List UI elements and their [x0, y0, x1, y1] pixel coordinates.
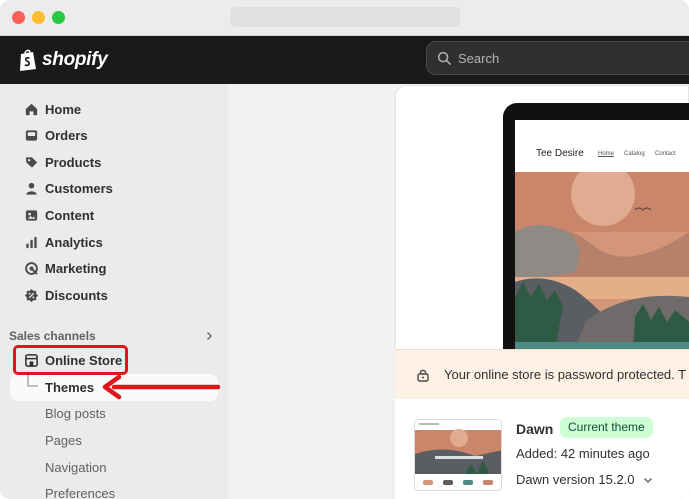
current-theme-row: Dawn Current theme Added: 42 minutes ago… [395, 399, 689, 499]
minimize-window-button[interactable] [32, 11, 45, 24]
annotation-arrow [102, 374, 221, 400]
sidebar-item-marketing[interactable]: Marketing [12, 255, 216, 281]
sidebar-item-orders[interactable]: Orders [12, 122, 216, 148]
password-protected-banner[interactable]: Your online store is password protected.… [395, 349, 689, 399]
sidebar-item-products[interactable]: Products [12, 149, 216, 175]
chevron-down-icon [643, 477, 652, 483]
sidebar-item-label: Discounts [45, 287, 108, 303]
maximize-window-button[interactable] [52, 11, 65, 24]
sidebar-item-home[interactable]: Home [12, 96, 216, 122]
store-preview[interactable]: Tee Desire Home Catalog Contact [515, 120, 689, 349]
sidebar-item-customers[interactable]: Customers [12, 175, 216, 201]
admin-top-bar: shopify Search [0, 36, 689, 84]
tag-icon [18, 149, 44, 175]
search-input[interactable]: Search [426, 41, 689, 75]
home-icon [18, 96, 44, 122]
search-placeholder: Search [458, 50, 500, 66]
chevron-right-icon[interactable] [204, 331, 214, 341]
current-theme-badge: Current theme [560, 417, 653, 438]
content-icon [18, 202, 44, 228]
sidebar-subitem-navigation[interactable]: Navigation [45, 460, 106, 475]
person-icon [18, 175, 44, 201]
section-title: Sales channels [9, 329, 96, 343]
preview-nav-catalog: Catalog [624, 151, 645, 157]
browser-window: shopify Search Home Orders Products Cust… [0, 0, 689, 499]
sub-item-connector-icon [27, 374, 38, 387]
sidebar-item-label: Analytics [45, 234, 103, 250]
sidebar-item-label: Products [45, 154, 102, 170]
shopping-bag-icon [20, 49, 36, 71]
search-icon [437, 51, 451, 65]
theme-name: Dawn [516, 421, 554, 437]
preview-nav-contact: Contact [655, 151, 676, 157]
sidebar-item-label: Content [45, 207, 95, 223]
brand-wordmark: shopify [42, 49, 108, 70]
hero-illustration [515, 172, 689, 349]
sidebar-item-label: Home [45, 101, 82, 117]
sidebar-subitem-pages[interactable]: Pages [45, 433, 82, 448]
sidebar-subitem-blog-posts[interactable]: Blog posts [45, 406, 106, 421]
sidebar-item-label: Customers [45, 180, 113, 196]
sidebar-subitem-themes: Themes [45, 380, 95, 395]
annotation-highlight-box [13, 345, 128, 375]
sidebar-subitem-preferences[interactable]: Preferences [45, 486, 115, 499]
preview-store-name: Tee Desire [536, 148, 584, 159]
theme-version-dropdown[interactable]: Dawn version 15.2.0 [516, 472, 653, 487]
bar-chart-icon [18, 229, 44, 255]
sidebar-item-content[interactable]: Content [12, 202, 216, 228]
orders-icon [18, 122, 44, 148]
theme-thumbnail[interactable] [414, 419, 502, 491]
sidebar-item-label: Marketing [45, 260, 107, 276]
sales-channels-header[interactable]: Sales channels [9, 327, 214, 345]
target-icon [18, 255, 44, 281]
sidebar: Home Orders Products Customers Content A… [0, 84, 228, 499]
preview-nav-home: Home [598, 151, 615, 157]
sidebar-item-label: Orders [45, 127, 88, 143]
sidebar-item-discounts[interactable]: Discounts [12, 282, 216, 308]
banner-text: Your online store is password protected.… [444, 367, 687, 382]
address-bar[interactable] [230, 7, 460, 27]
title-bar [0, 0, 689, 36]
discount-icon [18, 282, 44, 308]
shopify-logo[interactable]: shopify [18, 45, 108, 75]
sidebar-item-analytics[interactable]: Analytics [12, 229, 216, 255]
theme-thumbnail-preview [415, 420, 501, 490]
lock-icon [417, 369, 429, 382]
close-window-button[interactable] [12, 11, 25, 24]
theme-added-time: Added: 42 minutes ago [516, 446, 650, 461]
theme-version-text: Dawn version 15.2.0 [516, 472, 635, 487]
